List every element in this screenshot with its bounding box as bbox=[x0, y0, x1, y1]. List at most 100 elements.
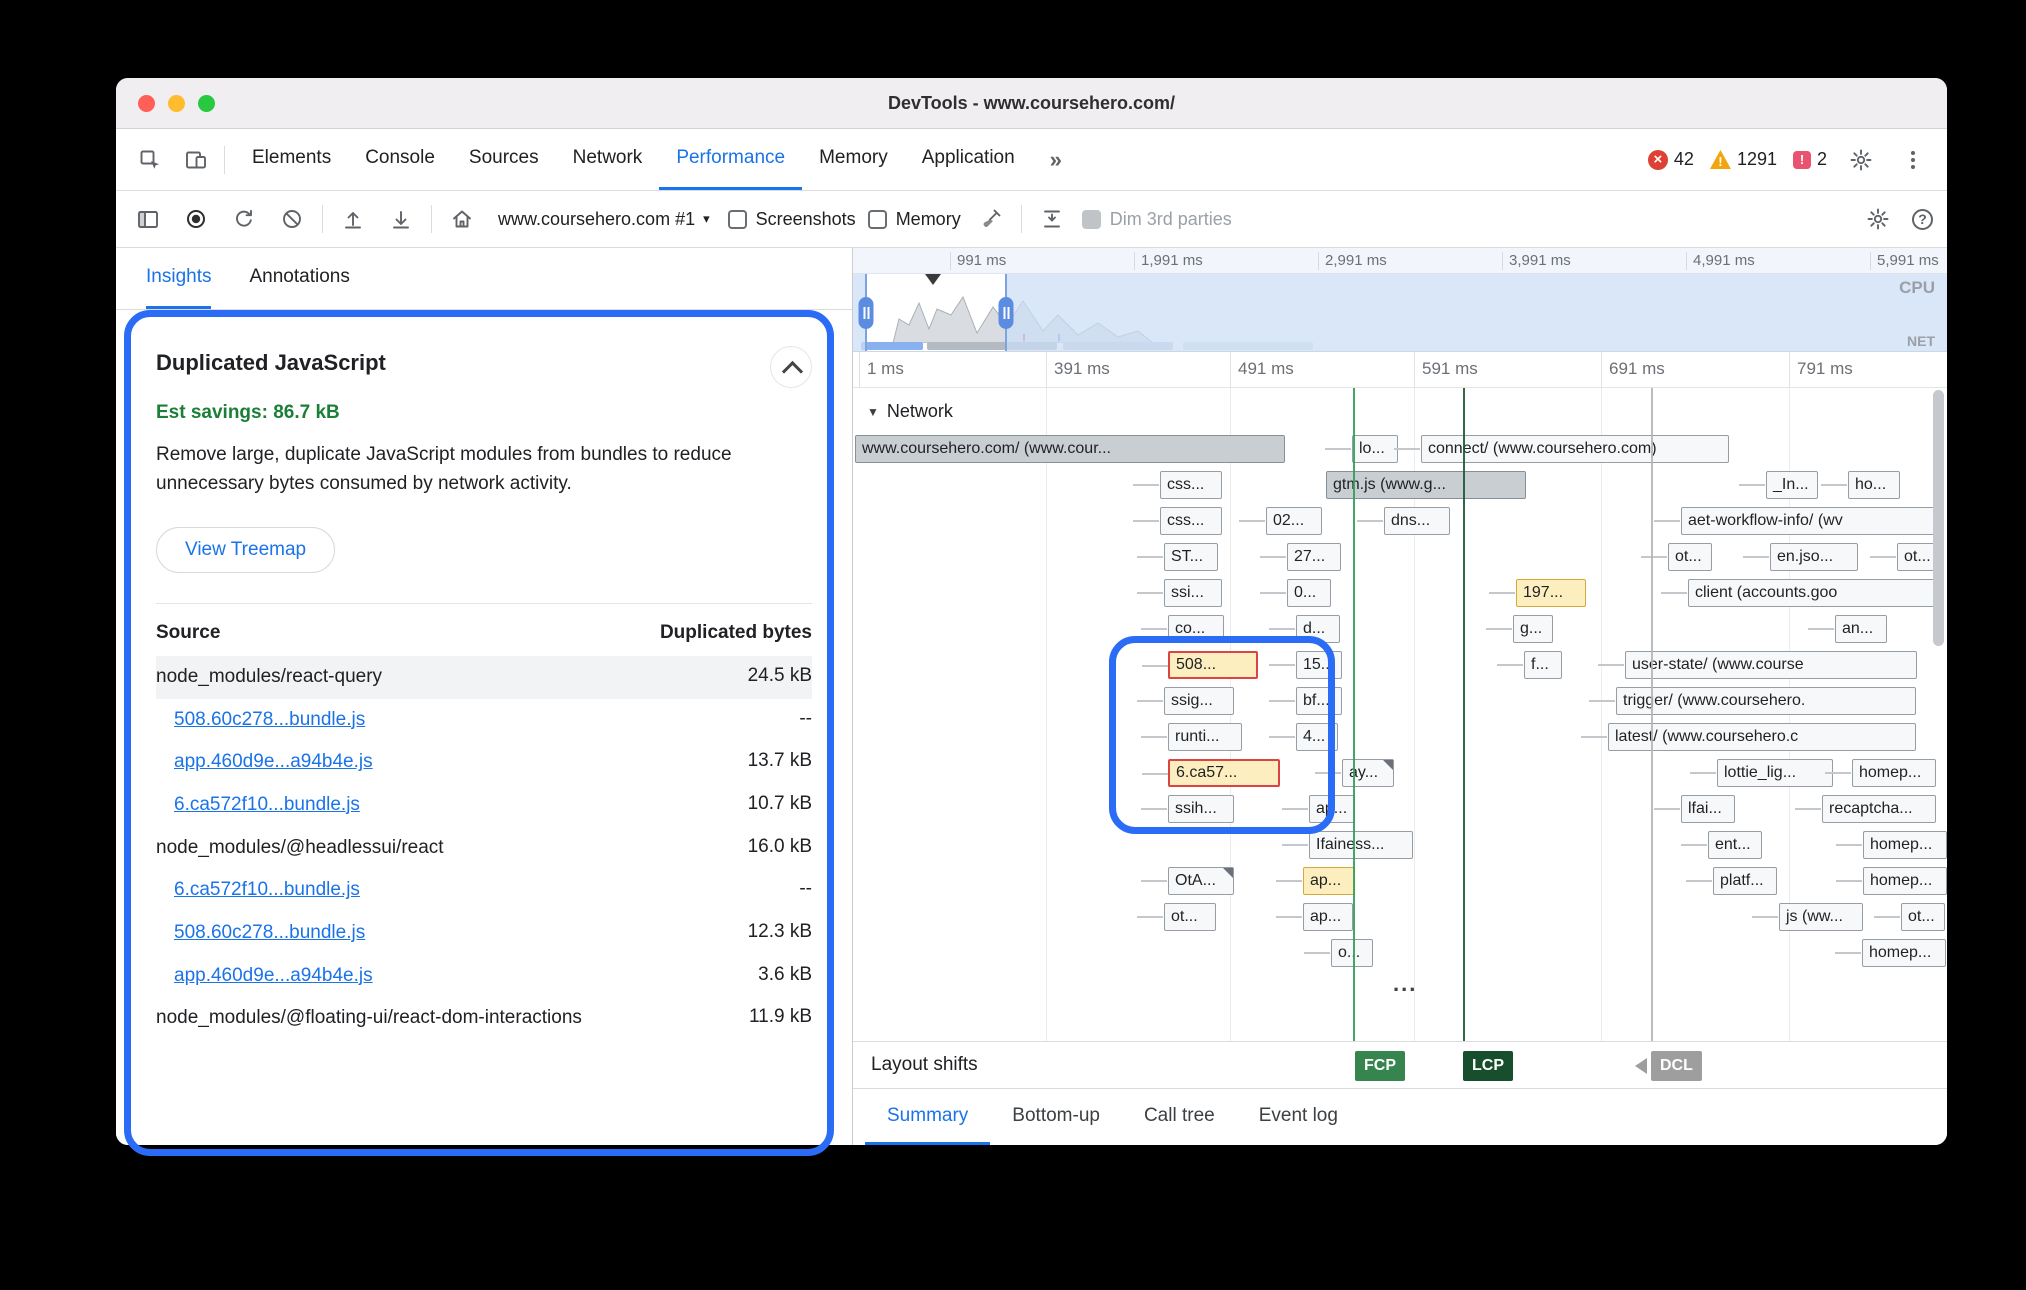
network-request[interactable]: 0... bbox=[1287, 579, 1331, 607]
network-request[interactable]: co... bbox=[1168, 615, 1224, 643]
bottom-tab-bottom-up[interactable]: Bottom-up bbox=[990, 1089, 1122, 1145]
network-request[interactable]: www.coursehero.com/ (www.cour... bbox=[855, 435, 1285, 463]
tab-elements[interactable]: Elements bbox=[235, 129, 348, 190]
tab-memory[interactable]: Memory bbox=[802, 129, 905, 190]
device-toolbar-icon[interactable] bbox=[178, 142, 214, 178]
zoom-button[interactable] bbox=[198, 95, 215, 112]
network-request[interactable]: ap... bbox=[1303, 903, 1353, 931]
network-request[interactable]: g... bbox=[1513, 615, 1553, 643]
overview-right-handle[interactable] bbox=[1005, 274, 1007, 351]
source-file-link[interactable]: app.460d9e...a94b4e.js bbox=[174, 964, 373, 989]
network-request[interactable]: css... bbox=[1160, 471, 1222, 499]
network-request[interactable]: 508... bbox=[1168, 651, 1258, 679]
network-request[interactable]: an... bbox=[1835, 615, 1887, 643]
tab-performance[interactable]: Performance bbox=[659, 129, 802, 190]
network-request[interactable]: f... bbox=[1524, 651, 1562, 679]
minimize-button[interactable] bbox=[168, 95, 185, 112]
network-request[interactable]: aet-workflow-info/ (wv bbox=[1681, 507, 1937, 535]
network-request[interactable]: 02... bbox=[1266, 507, 1322, 535]
help-icon[interactable]: ? bbox=[1912, 209, 1933, 230]
network-request[interactable]: Ifainess... bbox=[1309, 831, 1413, 859]
network-request[interactable]: homep... bbox=[1862, 939, 1946, 967]
source-file-link[interactable]: app.460d9e...a94b4e.js bbox=[174, 750, 373, 775]
error-count[interactable]: × 42 bbox=[1648, 149, 1694, 170]
network-request[interactable]: lfai... bbox=[1681, 795, 1735, 823]
network-request[interactable]: css... bbox=[1160, 507, 1222, 535]
more-tabs-icon[interactable]: » bbox=[1042, 147, 1070, 173]
record-button[interactable] bbox=[178, 201, 214, 237]
network-request[interactable]: 4... bbox=[1296, 723, 1338, 751]
network-request[interactable]: _In... bbox=[1766, 471, 1818, 499]
save-profile-icon[interactable] bbox=[383, 201, 419, 237]
network-request[interactable]: 6.ca57... bbox=[1168, 759, 1280, 787]
memory-checkbox[interactable]: Memory bbox=[868, 209, 961, 230]
network-request[interactable]: connect/ (www.coursehero.com) bbox=[1421, 435, 1729, 463]
network-request[interactable]: recaptcha... bbox=[1822, 795, 1936, 823]
load-profile-icon[interactable] bbox=[335, 201, 371, 237]
network-request[interactable]: ap... bbox=[1303, 867, 1355, 895]
network-request[interactable]: ssi... bbox=[1164, 579, 1222, 607]
profile-selector[interactable]: www.coursehero.com #1 ▾ bbox=[492, 209, 716, 230]
network-request[interactable]: client (accounts.goo bbox=[1688, 579, 1940, 607]
network-request[interactable]: platf... bbox=[1713, 867, 1777, 895]
sidebar-tab-insights[interactable]: Insights bbox=[146, 248, 211, 309]
network-request[interactable]: latest/ (www.coursehero.c bbox=[1608, 723, 1916, 751]
bottom-tab-summary[interactable]: Summary bbox=[865, 1089, 990, 1145]
network-request[interactable]: js (ww... bbox=[1779, 903, 1863, 931]
network-request[interactable]: en.jso... bbox=[1770, 543, 1858, 571]
screenshots-checkbox[interactable]: Screenshots bbox=[728, 209, 856, 230]
toggle-sidebar-icon[interactable] bbox=[130, 201, 166, 237]
inspect-element-icon[interactable] bbox=[132, 142, 168, 178]
tab-sources[interactable]: Sources bbox=[452, 129, 556, 190]
network-request[interactable]: homep... bbox=[1863, 867, 1947, 895]
network-request[interactable]: ent... bbox=[1708, 831, 1762, 859]
network-request[interactable]: ot... bbox=[1668, 543, 1712, 571]
source-file-link[interactable]: 6.ca572f10...bundle.js bbox=[174, 793, 360, 818]
network-request[interactable]: ap... bbox=[1309, 795, 1355, 823]
source-file-link[interactable]: 508.60c278...bundle.js bbox=[174, 921, 365, 946]
network-request[interactable]: homep... bbox=[1852, 759, 1936, 787]
network-section-header[interactable]: ▼ Network bbox=[853, 388, 1947, 431]
network-request[interactable]: ho... bbox=[1848, 471, 1900, 499]
network-request[interactable]: user-state/ (www.course bbox=[1625, 651, 1917, 679]
vertical-scrollbar[interactable] bbox=[1933, 390, 1944, 646]
network-request[interactable]: o... bbox=[1331, 939, 1373, 967]
bottom-tab-event-log[interactable]: Event log bbox=[1237, 1089, 1360, 1145]
network-request[interactable]: ssig... bbox=[1164, 687, 1234, 715]
network-request[interactable]: ST... bbox=[1164, 543, 1218, 571]
network-request[interactable]: 27... bbox=[1287, 543, 1341, 571]
sidebar-tab-annotations[interactable]: Annotations bbox=[249, 248, 349, 309]
dim-third-parties-checkbox[interactable]: Dim 3rd parties bbox=[1082, 209, 1232, 230]
network-request[interactable]: trigger/ (www.coursehero. bbox=[1616, 687, 1916, 715]
bottom-tab-call-tree[interactable]: Call tree bbox=[1122, 1089, 1237, 1145]
home-icon[interactable] bbox=[444, 201, 480, 237]
network-request[interactable]: dns... bbox=[1384, 507, 1450, 535]
network-request[interactable]: gtm.js (www.g... bbox=[1326, 471, 1526, 499]
issues-count[interactable]: ! 2 bbox=[1793, 149, 1827, 170]
network-request[interactable]: ssih... bbox=[1168, 795, 1234, 823]
more-requests-ellipsis[interactable]: ... bbox=[1393, 971, 1417, 997]
network-request[interactable]: d... bbox=[1296, 615, 1340, 643]
view-treemap-button[interactable]: View Treemap bbox=[156, 527, 335, 573]
close-button[interactable] bbox=[138, 95, 155, 112]
network-request[interactable]: 197... bbox=[1516, 579, 1586, 607]
settings-gear-icon[interactable] bbox=[1843, 142, 1879, 178]
network-request[interactable]: homep... bbox=[1863, 831, 1947, 859]
warning-count[interactable]: ! 1291 bbox=[1710, 149, 1777, 170]
network-request[interactable]: lottie_lig... bbox=[1717, 759, 1833, 787]
collapse-chart-icon[interactable] bbox=[1034, 201, 1070, 237]
overview-left-handle[interactable] bbox=[865, 274, 867, 351]
garbage-collect-icon[interactable] bbox=[973, 201, 1009, 237]
tab-application[interactable]: Application bbox=[905, 129, 1032, 190]
source-file-link[interactable]: 6.ca572f10...bundle.js bbox=[174, 878, 360, 903]
network-request[interactable]: 15... bbox=[1296, 651, 1342, 679]
network-request[interactable]: lo... bbox=[1352, 435, 1398, 463]
network-request[interactable]: runti... bbox=[1168, 723, 1242, 751]
source-file-link[interactable]: 508.60c278...bundle.js bbox=[174, 708, 365, 733]
clear-button[interactable] bbox=[274, 201, 310, 237]
record-and-reload-button[interactable] bbox=[226, 201, 262, 237]
capture-settings-gear-icon[interactable] bbox=[1860, 201, 1896, 237]
tab-network[interactable]: Network bbox=[556, 129, 660, 190]
network-request[interactable]: ot... bbox=[1164, 903, 1216, 931]
tab-console[interactable]: Console bbox=[348, 129, 452, 190]
